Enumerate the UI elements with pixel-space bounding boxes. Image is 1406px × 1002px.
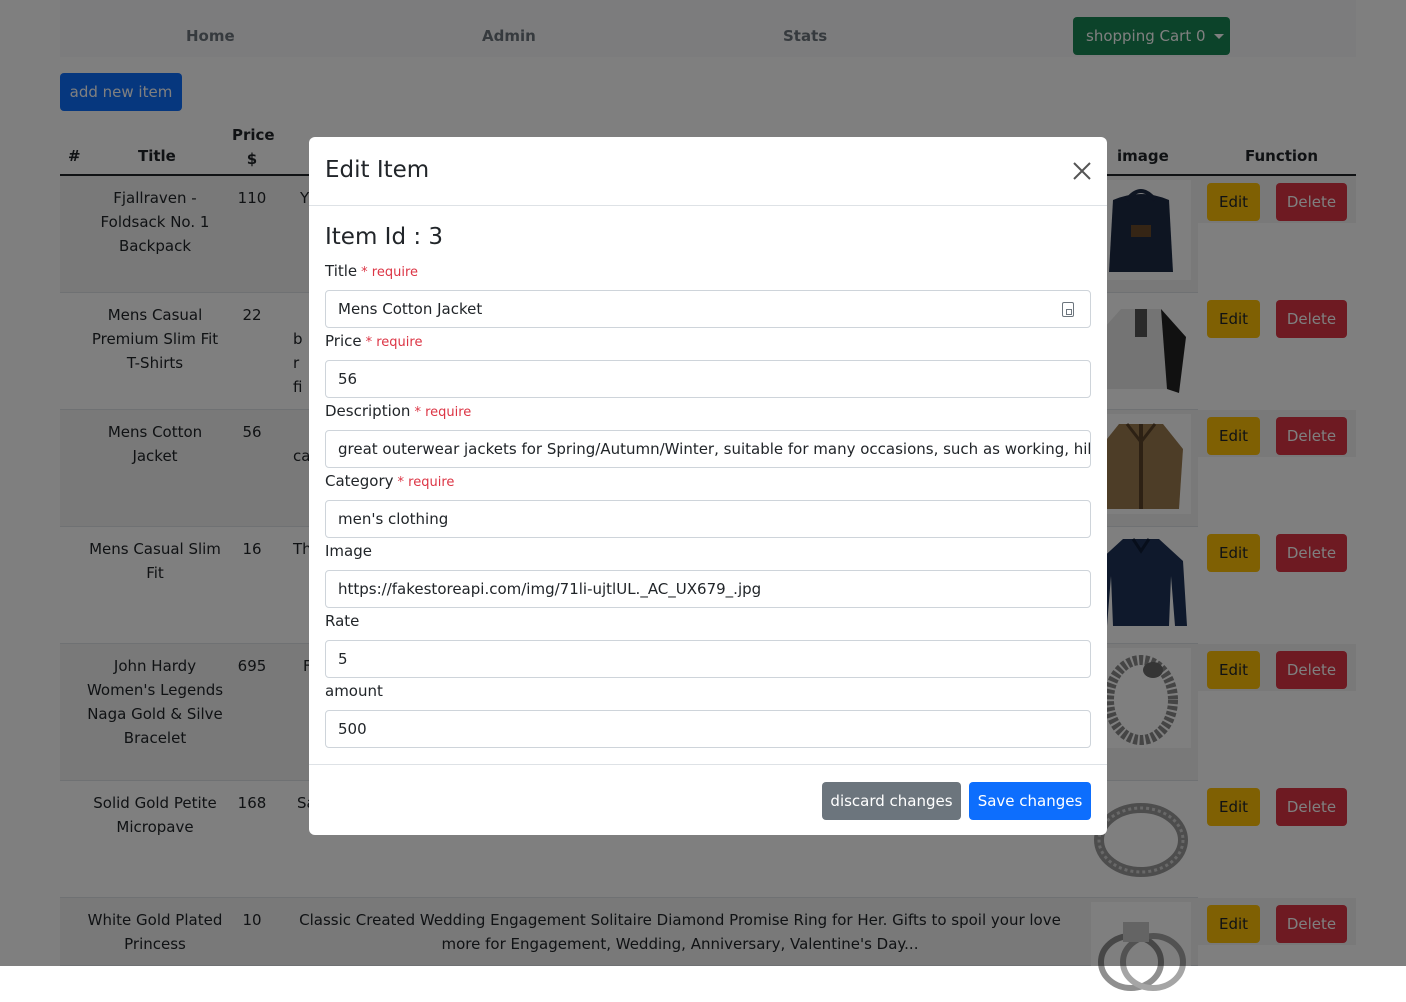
required-marker: * require xyxy=(365,335,423,350)
image-url-input[interactable]: https://fakestoreapi.com/img/71li-ujtlUL… xyxy=(325,570,1091,608)
modal-footer: discard changes Save changes xyxy=(309,764,1107,835)
required-marker: * require xyxy=(397,475,455,490)
required-marker: * require xyxy=(414,405,472,420)
required-marker: * require xyxy=(361,265,419,280)
rate-input[interactable]: 5 xyxy=(325,640,1091,678)
amount-input[interactable]: 500 xyxy=(325,710,1091,748)
title-label-text: Title xyxy=(325,262,358,280)
price-label-text: Price xyxy=(325,332,362,350)
category-label-text: Category xyxy=(325,472,394,490)
price-input[interactable]: 56 xyxy=(325,360,1091,398)
category-label: Category * require xyxy=(325,472,454,490)
edit-item-modal: Edit Item Item Id : 3 Title * require Men… xyxy=(309,137,1107,835)
discard-changes-button[interactable]: discard changes xyxy=(822,782,961,820)
save-changes-button[interactable]: Save changes xyxy=(969,782,1091,820)
category-input[interactable]: men's clothing xyxy=(325,500,1091,538)
description-label: Description * require xyxy=(325,402,471,420)
description-label-text: Description xyxy=(325,402,411,420)
item-id-heading: Item Id : 3 xyxy=(325,224,444,250)
modal-header: Edit Item xyxy=(309,137,1107,206)
rate-label: Rate xyxy=(325,612,360,630)
page: Home Admin Stats shopping Cart 0 add new… xyxy=(0,0,1406,1002)
autofill-icon[interactable] xyxy=(1062,302,1074,317)
title-input[interactable]: Mens Cotton Jacket xyxy=(325,290,1091,328)
modal-title: Edit Item xyxy=(325,157,430,183)
image-label: Image xyxy=(325,542,372,560)
price-label: Price * require xyxy=(325,332,422,350)
amount-label: amount xyxy=(325,682,383,700)
close-icon[interactable] xyxy=(1070,159,1094,183)
title-input-value: Mens Cotton Jacket xyxy=(338,300,483,318)
title-label: Title * require xyxy=(325,262,418,280)
description-input[interactable]: great outerwear jackets for Spring/Autum… xyxy=(325,430,1091,468)
